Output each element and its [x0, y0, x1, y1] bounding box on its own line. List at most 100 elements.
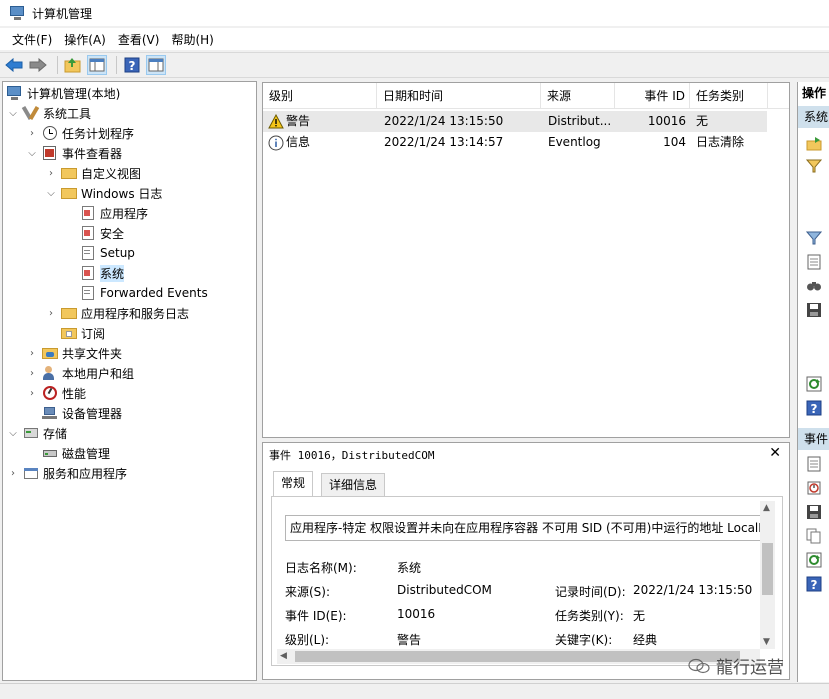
log-icon — [80, 265, 96, 281]
chevron-down-icon[interactable]: ⌵ — [7, 428, 19, 439]
chevron-right-icon[interactable]: › — [26, 348, 38, 359]
filter-icon[interactable] — [805, 158, 823, 174]
event-description[interactable]: 应用程序-特定 权限设置并未向在应用程序容器 不可用 SID (不可用)中运行的… — [285, 515, 761, 541]
tree-item-device-manager[interactable]: 设备管理器 — [42, 403, 122, 423]
tree-item-custom-views[interactable]: › 自定义视图 — [45, 163, 141, 183]
tree-item-shared-folders[interactable]: › 共享文件夹 — [26, 343, 122, 363]
event-properties-icon[interactable] — [806, 456, 822, 472]
save-selected-icon[interactable] — [806, 504, 822, 520]
show-hide-action-pane-icon[interactable] — [146, 55, 166, 75]
actions-section-event[interactable]: 事件 — [798, 428, 829, 450]
menu-bar: 文件(F) 操作(A) 查看(V) 帮助(H) — [0, 28, 829, 50]
log-icon — [80, 245, 96, 261]
tree-item-system-tools[interactable]: ⌵ 系统工具 — [7, 103, 91, 123]
tree-item-label: 存储 — [43, 426, 68, 441]
help-icon[interactable]: ? — [806, 400, 822, 416]
tree-item-security-log[interactable]: 安全 — [80, 223, 124, 243]
menu-file[interactable]: 文件(F) — [6, 31, 58, 48]
table-row[interactable]: 信息 2022/1/24 13:14:57 Eventlog 104 日志清除 — [263, 132, 767, 153]
svg-text:?: ? — [811, 402, 818, 416]
tree-item-label: 性能 — [62, 386, 87, 401]
menu-view[interactable]: 查看(V) — [112, 31, 166, 48]
watermark: 龍行运营 — [688, 653, 784, 678]
tree-item-computer-management[interactable]: 计算机管理(本地) — [7, 83, 120, 103]
attach-task-icon[interactable] — [806, 480, 822, 496]
tree-item-label: 系统工具 — [43, 106, 92, 121]
level-value: 警告 — [397, 633, 422, 647]
svg-text:?: ? — [811, 578, 818, 592]
chevron-down-icon[interactable]: ⌵ — [7, 108, 19, 119]
tree-item-application-log[interactable]: 应用程序 — [80, 203, 148, 223]
forward-arrow-icon[interactable] — [28, 55, 48, 75]
scroll-up-icon[interactable]: ▲ — [763, 503, 770, 513]
actions-section-system[interactable]: 系统 — [798, 106, 829, 128]
column-header-source[interactable]: 来源 — [541, 83, 615, 109]
chevron-right-icon[interactable]: › — [45, 168, 57, 179]
tree-item-windows-logs[interactable]: ⌵ Windows 日志 — [45, 183, 162, 203]
chevron-down-icon[interactable]: ⌵ — [45, 188, 57, 199]
chevron-right-icon[interactable]: › — [26, 128, 38, 139]
scroll-down-icon[interactable]: ▼ — [763, 637, 770, 647]
tree-item-label: 任务计划程序 — [62, 126, 135, 141]
tree-item-setup-log[interactable]: Setup — [80, 243, 135, 263]
up-folder-icon[interactable] — [63, 55, 83, 75]
computer-management-icon — [10, 5, 26, 21]
vertical-scrollbar[interactable]: ▲ ▼ — [760, 501, 775, 649]
tree-item-label: Windows 日志 — [81, 186, 163, 201]
event-id-value: 10016 — [397, 607, 436, 621]
tree-item-performance[interactable]: › 性能 — [26, 383, 86, 403]
filter-current-log-icon[interactable] — [805, 230, 823, 246]
tree-item-system-log[interactable]: 系统 — [80, 263, 125, 283]
column-header-datetime[interactable]: 日期和时间 — [377, 83, 541, 109]
tree-item-disk-management[interactable]: 磁盘管理 — [42, 443, 110, 463]
tree-item-forwarded-events[interactable]: Forwarded Events — [80, 283, 208, 303]
folder-icon — [61, 305, 77, 321]
chevron-right-icon[interactable]: › — [26, 388, 38, 399]
tree-item-task-scheduler[interactable]: › 任务计划程序 — [26, 123, 134, 143]
log-name-label: 日志名称(M): — [285, 561, 357, 575]
chevron-right-icon[interactable]: › — [26, 368, 38, 379]
chevron-right-icon[interactable]: › — [7, 468, 19, 479]
tree-item-label: 订阅 — [81, 326, 106, 341]
scroll-thumb[interactable] — [295, 651, 740, 662]
close-icon[interactable]: ✕ — [769, 445, 781, 461]
tree-item-label: 应用程序和服务日志 — [81, 306, 190, 321]
subscription-icon — [61, 325, 77, 341]
menu-help[interactable]: 帮助(H) — [165, 31, 219, 48]
shared-folder-icon — [42, 345, 58, 361]
cell-source: Eventlog — [548, 135, 601, 149]
disk-icon — [42, 445, 58, 461]
column-header-level[interactable]: 级别 — [263, 83, 377, 109]
scroll-left-icon[interactable]: ◀ — [280, 651, 287, 661]
tree-item-app-service-logs[interactable]: › 应用程序和服务日志 — [45, 303, 189, 323]
toolbar-separator — [57, 56, 58, 74]
tree-item-storage[interactable]: ⌵ 存储 — [7, 423, 67, 443]
tab-details[interactable]: 详细信息 — [321, 473, 386, 497]
refresh-icon[interactable] — [806, 552, 822, 568]
properties-icon[interactable] — [806, 254, 822, 270]
column-header-task-category[interactable]: 任务类别 — [690, 83, 768, 109]
tree-item-services-apps[interactable]: › 服务和应用程序 — [7, 463, 127, 483]
refresh-icon[interactable] — [806, 376, 822, 392]
show-hide-tree-icon[interactable] — [87, 55, 107, 75]
table-row[interactable]: 警告 2022/1/24 13:15:50 Distribut... 10016… — [263, 111, 767, 132]
tree-item-local-users-groups[interactable]: › 本地用户和组 — [26, 363, 134, 383]
copy-icon[interactable] — [806, 528, 822, 544]
tree-item-event-viewer[interactable]: ⌵ 事件查看器 — [26, 143, 122, 163]
event-id-label: 事件 ID(E): — [285, 609, 347, 623]
title-bar: 计算机管理 — [0, 0, 829, 26]
open-log-icon[interactable] — [806, 136, 822, 152]
menu-action[interactable]: 操作(A) — [58, 31, 112, 48]
scroll-thumb[interactable] — [762, 543, 773, 595]
column-header-event-id[interactable]: 事件 ID — [615, 83, 690, 109]
help-icon[interactable]: ? — [806, 576, 822, 592]
help-icon[interactable]: ? — [122, 55, 142, 75]
chevron-right-icon[interactable]: › — [45, 308, 57, 319]
find-icon[interactable] — [806, 278, 822, 294]
clock-icon — [42, 125, 58, 141]
chevron-down-icon[interactable]: ⌵ — [26, 148, 38, 159]
back-arrow-icon[interactable] — [4, 55, 24, 75]
save-icon[interactable] — [806, 302, 822, 318]
tree-item-subscriptions[interactable]: 订阅 — [61, 323, 105, 343]
tab-general[interactable]: 常规 — [273, 471, 314, 497]
